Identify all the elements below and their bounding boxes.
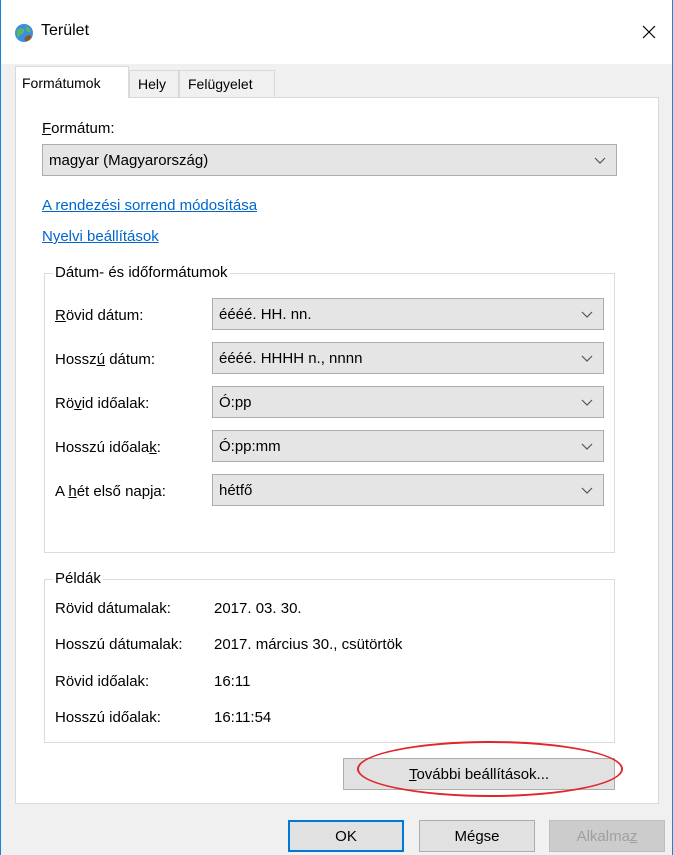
short-date-label: Rövid dátum:	[55, 307, 144, 324]
format-select[interactable]: magyar (Magyarország)	[42, 144, 617, 176]
long-date-select[interactable]: éééé. HHHH n., nnnn	[212, 342, 604, 374]
example-label: Hosszú időalak:	[55, 709, 161, 726]
tab-location[interactable]: Hely	[129, 70, 179, 97]
chevron-down-icon	[581, 311, 593, 318]
format-label: Formátum:	[42, 120, 115, 137]
region-dialog: Terület Formátumok Hely Felügyelet Formá…	[0, 0, 673, 855]
formats-panel: Formátum: magyar (Magyarország) A rendez…	[15, 97, 659, 804]
tab-administrative[interactable]: Felügyelet	[179, 70, 275, 97]
additional-settings-label: További beállítások...	[408, 765, 550, 783]
example-value: 16:11:54	[214, 709, 272, 726]
format-value: magyar (Magyarország)	[49, 151, 209, 169]
window-title: Terület	[41, 22, 90, 39]
close-icon	[642, 25, 656, 39]
apply-button[interactable]: Alkalma z	[549, 820, 665, 852]
globe-icon	[15, 24, 33, 42]
first-day-value: hétfő	[219, 481, 253, 499]
short-date-select[interactable]: éééé. HH. nn.	[212, 298, 604, 330]
sort-order-link[interactable]: A rendezési sorrend módosítása	[42, 197, 257, 214]
short-time-select[interactable]: Ó:pp	[212, 386, 604, 418]
example-label: Rövid időalak:	[55, 673, 150, 690]
example-label: Hosszú dátumalak:	[55, 636, 183, 653]
chevron-down-icon	[594, 157, 606, 164]
tab-label: Formátumok	[22, 74, 101, 91]
long-time-value: Ó:pp:mm	[219, 437, 281, 455]
example-value: 2017. 03. 30.	[214, 600, 302, 617]
example-value: 2017. március 30., csütörtök	[214, 636, 403, 653]
ok-button[interactable]: OK	[288, 820, 404, 852]
group-title: Példák	[53, 570, 103, 587]
example-label: Rövid dátumalak:	[55, 600, 171, 617]
tab-formats[interactable]: Formátumok	[15, 66, 129, 98]
long-time-select[interactable]: Ó:pp:mm	[212, 430, 604, 462]
chevron-down-icon	[581, 355, 593, 362]
tab-label: Felügyelet	[188, 76, 253, 92]
short-time-label: Rövid időalak:	[55, 395, 150, 412]
additional-settings-button[interactable]: További beállítások...	[343, 758, 615, 790]
long-date-label: Hosszú dátum:	[55, 351, 156, 368]
cancel-button[interactable]: Mégse	[419, 820, 535, 852]
chevron-down-icon	[581, 487, 593, 494]
title-bar: Terület	[1, 0, 672, 64]
first-day-label: A hét első napja:	[55, 483, 166, 500]
chevron-down-icon	[581, 443, 593, 450]
short-time-value: Ó:pp	[219, 393, 252, 411]
close-button[interactable]	[626, 0, 672, 64]
tab-label: Hely	[138, 76, 167, 92]
chevron-down-icon	[581, 399, 593, 406]
group-title: Dátum- és időformátumok	[53, 264, 230, 281]
language-settings-link[interactable]: Nyelvi beállítások	[42, 228, 159, 245]
datetime-formats-group: Dátum- és időformátumok Rövid dátum: ééé…	[44, 264, 615, 553]
first-day-select[interactable]: hétfő	[212, 474, 604, 506]
long-date-value: éééé. HHHH n., nnnn	[219, 349, 363, 367]
short-date-value: éééé. HH. nn.	[219, 305, 312, 323]
examples-group: Példák Rövid dátumalak: 2017. 03. 30. Ho…	[44, 570, 615, 743]
long-time-label: Hosszú időalak:	[55, 439, 161, 456]
example-value: 16:11	[214, 673, 251, 690]
